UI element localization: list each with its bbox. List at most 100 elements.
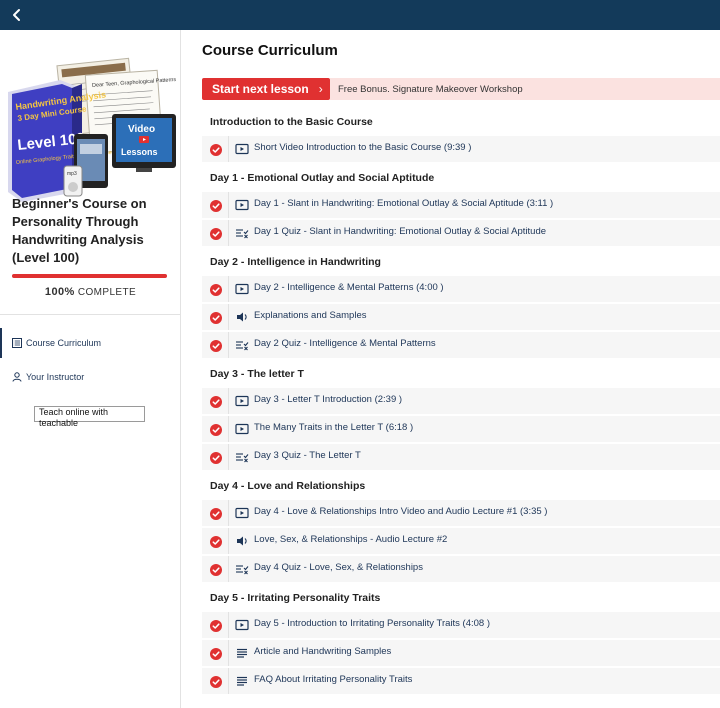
row-divider [228,192,229,218]
completed-check-icon [210,283,222,296]
course-title: Beginner's Course on Personality Through… [12,196,147,265]
row-divider [228,416,229,442]
chevron-right-icon: › [318,82,323,96]
row-divider [228,640,229,666]
sidebar-item-your-instructor[interactable]: Your Instructor [0,362,181,392]
lesson-title: Day 1 Quiz - Slant in Handwriting: Emoti… [254,226,547,237]
lesson-title: Day 4 - Love & Relationships Intro Video… [254,506,548,517]
lesson-row[interactable]: Love, Sex, & Relationships - Audio Lectu… [202,528,720,554]
row-divider [228,612,229,638]
progress-percent: 100% [44,286,75,298]
section-title: Day 2 - Intelligence in Handwriting [210,256,381,268]
completed-check-icon [210,199,222,212]
completed-check-icon [210,507,222,520]
completed-check-icon [210,339,222,352]
video-icon [235,422,249,436]
lesson-row[interactable]: Day 4 Quiz - Love, Sex, & Relationships [202,556,720,582]
lesson-row[interactable]: Short Video Introduction to the Basic Co… [202,136,720,162]
quiz-icon [235,338,249,352]
row-divider [228,556,229,582]
completed-check-icon [210,423,222,436]
completed-check-icon [210,563,222,576]
lesson-row[interactable]: FAQ About Irritating Personality Traits [202,668,720,694]
video-icon [235,618,249,632]
completed-check-icon [210,451,222,464]
sidebar-divider [0,314,181,315]
quiz-icon [235,562,249,576]
lesson-title: Day 4 Quiz - Love, Sex, & Relationships [254,562,423,573]
lesson-title: Love, Sex, & Relationships - Audio Lectu… [254,534,448,545]
lesson-title: The Many Traits in the Letter T (6:18 ) [254,422,414,433]
completed-check-icon [210,395,222,408]
row-divider [228,332,229,358]
main-content: Course Curriculum Start next lesson › Fr… [182,30,720,708]
row-divider [228,528,229,554]
list-icon [12,338,22,348]
row-divider [228,444,229,470]
lesson-row[interactable]: Day 5 - Introduction to Irritating Perso… [202,612,720,638]
lesson-title: Day 1 - Slant in Handwriting: Emotional … [254,198,554,209]
lesson-row[interactable]: The Many Traits in the Letter T (6:18 ) [202,416,720,442]
completed-check-icon [210,143,222,156]
chevron-left-icon[interactable] [8,6,26,24]
completed-check-icon [210,227,222,240]
teach-online-badge[interactable]: Teach online with teachable [34,406,145,428]
lesson-title: Short Video Introduction to the Basic Co… [254,142,472,153]
top-bar [0,0,720,30]
text-lesson-icon [235,646,249,660]
row-divider [228,388,229,414]
progress-bar [12,274,167,278]
course-cover-image: Dear Teen, Graphological Patterns Handwr… [4,42,177,212]
lesson-row[interactable]: Day 1 Quiz - Slant in Handwriting: Emoti… [202,220,720,246]
progress-bar-fill [12,274,167,278]
completed-check-icon [210,311,222,324]
section-title: Day 5 - Irritating Personality Traits [210,592,381,604]
svg-text:Lessons: Lessons [121,147,158,157]
sidebar-item-label: Course Curriculum [26,338,102,348]
start-button-label: Start next lesson [212,82,309,96]
row-divider [228,500,229,526]
page-title: Course Curriculum [202,42,338,59]
lesson-title: Day 3 - Letter T Introduction (2:39 ) [254,394,403,405]
audio-icon [235,534,249,548]
sidebar-item-course-curriculum[interactable]: Course Curriculum [0,328,181,358]
completed-check-icon [210,647,222,660]
lesson-title: Day 2 - Intelligence & Mental Patterns (… [254,282,444,293]
lesson-row[interactable]: Day 3 - Letter T Introduction (2:39 ) [202,388,720,414]
progress-complete-text: COMPLETE [77,287,137,298]
section-title: Day 3 - The letter T [210,368,304,380]
row-divider [228,668,229,694]
video-icon [235,142,249,156]
row-divider [228,304,229,330]
audio-icon [235,310,249,324]
lesson-title: Article and Handwriting Samples [254,646,392,657]
sidebar-item-label: Your Instructor [26,372,85,382]
svg-text:mp3: mp3 [67,171,77,177]
user-icon [12,372,22,382]
video-icon [235,394,249,408]
lesson-title: Day 5 - Introduction to Irritating Perso… [254,618,491,629]
lesson-row[interactable]: Day 4 - Love & Relationships Intro Video… [202,500,720,526]
lesson-row[interactable]: Day 1 - Slant in Handwriting: Emotional … [202,192,720,218]
completed-check-icon [210,619,222,632]
quiz-icon [235,226,249,240]
quiz-icon [235,450,249,464]
lesson-title: Day 2 Quiz - Intelligence & Mental Patte… [254,338,436,349]
bonus-banner[interactable]: Free Bonus. Signature Makeover Workshop [330,78,720,100]
row-divider [228,220,229,246]
section-title: Introduction to the Basic Course [210,116,373,128]
lesson-row[interactable]: Explanations and Samples [202,304,720,330]
lesson-row[interactable]: Article and Handwriting Samples [202,640,720,666]
lesson-row[interactable]: Day 2 Quiz - Intelligence & Mental Patte… [202,332,720,358]
lesson-row[interactable]: Day 2 - Intelligence & Mental Patterns (… [202,276,720,302]
start-next-lesson-button[interactable]: Start next lesson › [202,78,330,100]
lesson-row[interactable]: Day 3 Quiz - The Letter T [202,444,720,470]
lesson-title: Day 3 Quiz - The Letter T [254,450,361,461]
video-icon [235,506,249,520]
row-divider [228,276,229,302]
sidebar: Dear Teen, Graphological Patterns Handwr… [0,30,181,708]
completed-check-icon [210,675,222,688]
video-icon [235,198,249,212]
section-title: Day 4 - Love and Relationships [210,480,366,492]
text-lesson-icon [235,674,249,688]
